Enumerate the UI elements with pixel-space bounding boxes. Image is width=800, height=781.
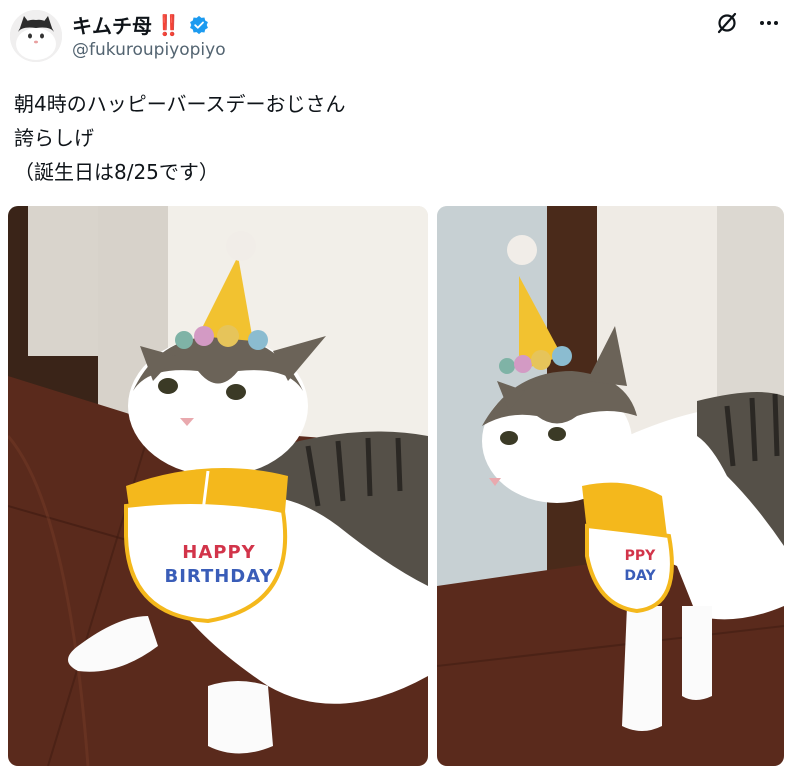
bib-text-day: DAY <box>624 568 656 584</box>
more-icon[interactable] <box>756 10 782 36</box>
tweet-line: （誕生日は8/25です） <box>14 160 219 184</box>
tweet-line: 朝4時のハッピーバースデーおじさん <box>14 92 346 116</box>
bib-text-happy: HAPPY <box>182 542 256 563</box>
handle[interactable]: @fukuroupiyopiyo <box>72 40 226 60</box>
verified-badge-icon <box>189 15 209 35</box>
display-name-emphasis: ‼️ <box>156 12 181 37</box>
header-actions <box>714 10 782 36</box>
avatar[interactable] <box>10 10 62 62</box>
grok-icon[interactable] <box>714 10 740 36</box>
bib-text-ppy: PPY <box>624 548 656 564</box>
cat-photo-2 <box>437 206 784 766</box>
bib-text-left: HAPPY BIRTHDAY <box>154 541 284 589</box>
display-name-text: キムチ母 <box>72 14 152 38</box>
media-photo-2[interactable]: PPY DAY <box>437 206 784 766</box>
tweet-text: 朝4時のハッピーバースデーおじさん 誇らしげ （誕生日は8/25です） <box>14 87 346 189</box>
display-name[interactable]: キムチ母 ‼️ <box>72 10 209 39</box>
cat-avatar-image <box>10 10 62 62</box>
bib-text-birthday: BIRTHDAY <box>164 566 274 587</box>
tweet-line: 誇らしげ <box>14 126 94 150</box>
bib-text-right: PPY DAY <box>605 546 675 586</box>
cat-photo-1 <box>8 206 428 766</box>
media-photo-1[interactable]: HAPPY BIRTHDAY <box>8 206 428 766</box>
